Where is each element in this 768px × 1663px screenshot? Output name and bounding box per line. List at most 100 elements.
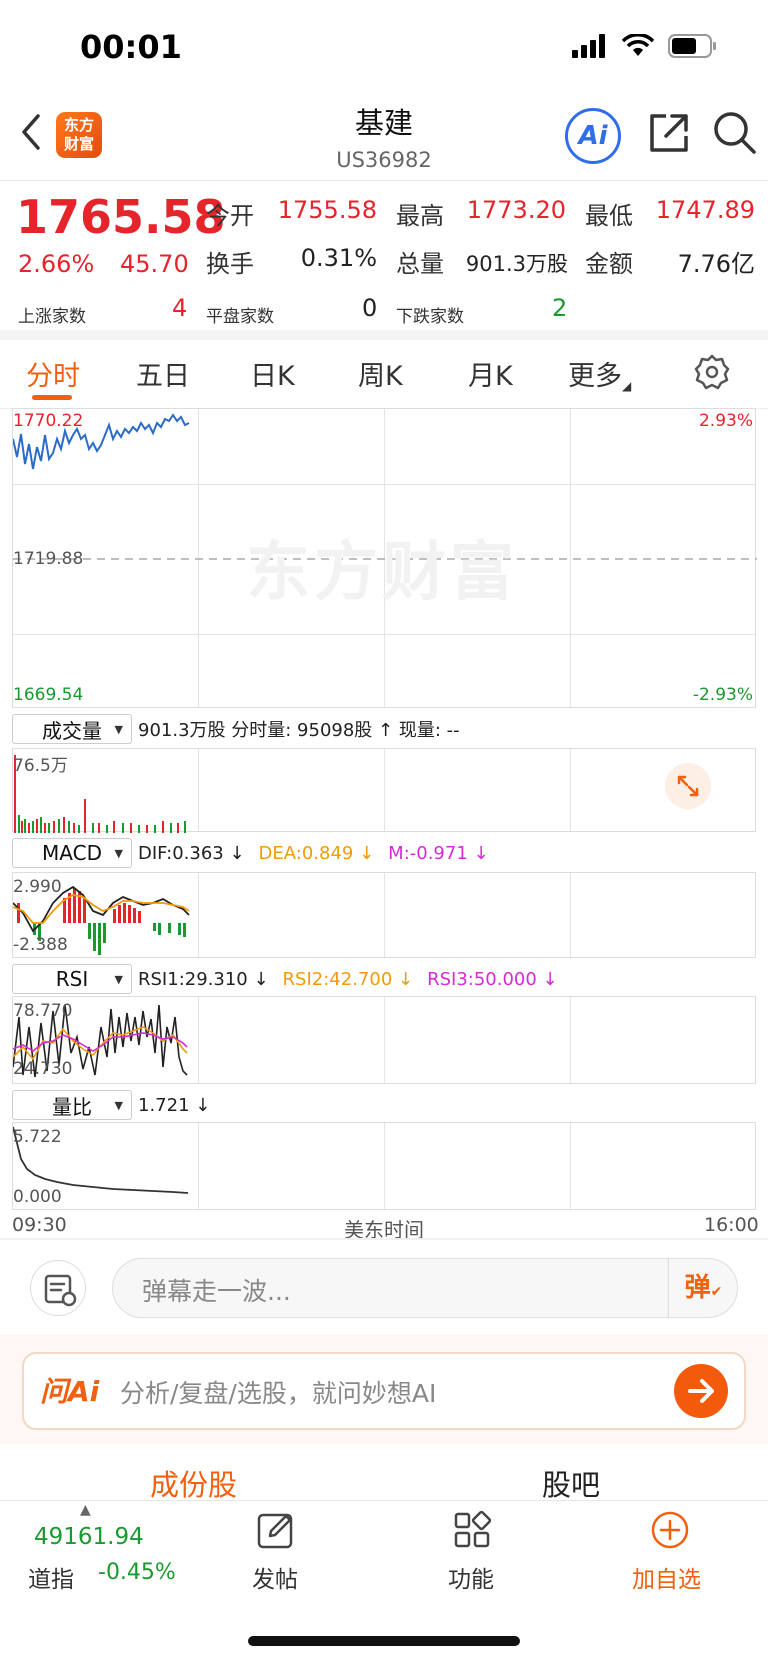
index-name[interactable]: 道指 xyxy=(28,1560,74,1594)
tab-intraday[interactable]: 分时 xyxy=(26,354,80,393)
subtab-constituents[interactable]: 成份股 xyxy=(150,1462,237,1504)
index-expand-icon[interactable]: ▲ xyxy=(80,1502,91,1518)
add-watchlist-button[interactable] xyxy=(650,1510,690,1554)
macd-selector[interactable]: MACD ▼ xyxy=(12,838,132,868)
price-axis-mid: 1719.88 xyxy=(13,549,84,569)
flat-count: 0 xyxy=(362,294,378,322)
fullscreen-button[interactable] xyxy=(665,763,711,809)
functions-label[interactable]: 功能 xyxy=(448,1560,494,1594)
danmu-settings-button[interactable] xyxy=(30,1260,86,1316)
subtab-forum[interactable]: 股吧 xyxy=(542,1462,600,1504)
ratio-selector[interactable]: 量比 ▼ xyxy=(12,1090,132,1120)
volume-info: 901.3万股 分时量: 95098股 ↑ 现量: -- xyxy=(138,720,460,741)
turnover-label: 换手 xyxy=(206,250,254,278)
volume-value: 901.3万股 xyxy=(465,252,568,276)
macd-m: M:-0.971 ↓ xyxy=(388,842,489,864)
open-label: 今开 xyxy=(206,202,254,230)
danmu-toggle-button[interactable]: 弹✔ xyxy=(668,1258,738,1318)
ratio-indicator-row: 量比 ▼ 1.721 ↓ xyxy=(12,1090,210,1120)
macd-chart[interactable]: 2.990 -2.388 xyxy=(12,872,756,958)
chart-settings-button[interactable] xyxy=(694,354,730,394)
tab-daily-k[interactable]: 日K xyxy=(250,354,295,393)
down-count: 2 xyxy=(552,294,568,322)
ask-ai-placeholder: 分析/复盘/选股，就问妙想AI xyxy=(120,1379,437,1408)
tab-more[interactable]: 更多◢ xyxy=(568,354,631,393)
ask-ai-submit-button[interactable] xyxy=(674,1364,728,1418)
rsi-axis-top: 78.770 xyxy=(13,1001,73,1021)
wifi-icon xyxy=(622,34,654,56)
price-axis-top: 1770.22 xyxy=(13,411,84,431)
home-indicator[interactable] xyxy=(248,1636,520,1646)
functions-button[interactable] xyxy=(452,1510,492,1554)
rsi-svg xyxy=(13,1004,188,1078)
rsi1-value: RSI1:29.310 ↓ xyxy=(138,968,269,990)
signal-icon xyxy=(572,34,605,58)
ratio-axis-top: 5.722 xyxy=(13,1127,62,1147)
share-icon xyxy=(650,114,688,152)
check-badge-icon: ✔ xyxy=(710,1284,723,1300)
caret-down-icon: ▼ xyxy=(114,973,123,986)
rsi-chart[interactable]: 78.770 24.730 xyxy=(12,996,756,1084)
post-button[interactable] xyxy=(256,1510,296,1554)
flat-count-label: 平盘家数 xyxy=(206,307,274,327)
amount-value: 7.76亿 xyxy=(677,250,755,278)
price-chart[interactable]: 东方财富 1770.22 1719.88 1669.54 2.93% -2.93… xyxy=(12,408,757,708)
rsi-selector-label: RSI xyxy=(55,967,89,991)
index-change: -0.45% xyxy=(98,1560,176,1585)
volume-selector[interactable]: 成交量 ▼ xyxy=(12,714,132,744)
macd-axis-bottom: -2.388 xyxy=(13,935,68,955)
caret-down-icon: ▼ xyxy=(114,723,123,736)
pct-axis-bottom: -2.93% xyxy=(692,685,753,705)
expand-icon xyxy=(677,775,699,797)
grid-icon xyxy=(454,1510,492,1548)
ratio-selector-label: 量比 xyxy=(52,1094,92,1119)
ratio-axis-bottom: 0.000 xyxy=(13,1187,62,1207)
search-button[interactable] xyxy=(712,110,758,160)
share-button[interactable] xyxy=(648,112,690,158)
caret-down-icon: ▼ xyxy=(114,847,123,860)
volume-bars xyxy=(14,755,186,833)
chart-bottom-divider xyxy=(0,1238,768,1240)
ask-ai-logo: 问Ai xyxy=(40,1375,100,1408)
arrow-right-icon xyxy=(688,1379,714,1403)
pct-axis-top: 2.93% xyxy=(698,411,753,431)
caret-down-icon: ▼ xyxy=(114,1099,123,1112)
macd-dif: DIF:0.363 ↓ xyxy=(138,842,245,864)
status-time: 00:01 xyxy=(80,28,182,66)
macd-selector-label: MACD xyxy=(42,841,102,865)
danmu-list-icon xyxy=(44,1274,77,1307)
post-label[interactable]: 发帖 xyxy=(252,1560,298,1594)
index-value[interactable]: 49161.94 xyxy=(34,1524,144,1550)
rsi-selector[interactable]: RSI ▼ xyxy=(12,964,132,994)
ratio-svg xyxy=(13,1126,189,1194)
add-watchlist-label[interactable]: 加自选 xyxy=(632,1560,701,1594)
price-axis-bottom: 1669.54 xyxy=(13,685,84,705)
battery-icon xyxy=(668,34,716,58)
macd-indicator-row: MACD ▼ DIF:0.363 ↓ DEA:0.849 ↓ M:-0.971 … xyxy=(12,838,489,868)
turnover-value: 0.31% xyxy=(300,244,377,272)
rsi-axis-bottom: 24.730 xyxy=(13,1059,73,1079)
tab-more-label: 更多 xyxy=(568,361,622,392)
volume-selector-label: 成交量 xyxy=(42,718,102,743)
high-value: 1773.20 xyxy=(466,196,566,224)
tab-five-day[interactable]: 五日 xyxy=(136,354,190,393)
status-icons xyxy=(572,34,718,58)
volume-chart[interactable]: 76.5万 xyxy=(12,748,756,833)
volume-label: 总量 xyxy=(396,250,444,278)
volume-axis-max: 76.5万 xyxy=(13,756,68,776)
tab-weekly-k[interactable]: 周K xyxy=(358,354,403,393)
macd-dea: DEA:0.849 ↓ xyxy=(258,842,375,864)
dropdown-triangle-icon: ◢ xyxy=(622,379,632,393)
macd-svg xyxy=(13,885,190,955)
gear-icon xyxy=(694,354,730,390)
change-percent: 2.66% xyxy=(18,250,95,278)
header-divider xyxy=(0,180,768,181)
time-axis-end: 16:00 xyxy=(704,1214,759,1236)
ratio-value: 1.721 ↓ xyxy=(138,1094,211,1116)
low-value: 1747.89 xyxy=(655,196,755,224)
ai-button[interactable]: Ai xyxy=(565,108,621,164)
section-separator xyxy=(0,330,768,340)
ratio-chart[interactable]: 5.722 0.000 xyxy=(12,1122,756,1210)
high-label: 最高 xyxy=(396,202,444,230)
tab-monthly-k[interactable]: 月K xyxy=(468,354,513,393)
